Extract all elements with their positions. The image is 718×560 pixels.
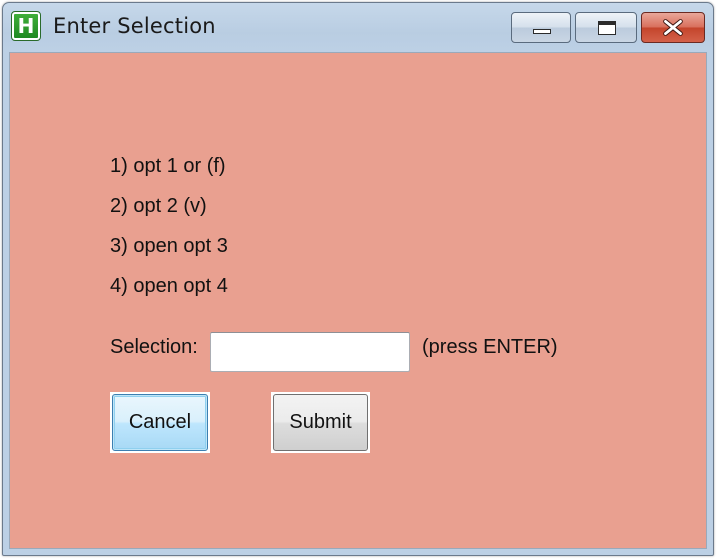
submit-button[interactable]: Submit: [273, 394, 368, 451]
maximize-icon: [598, 21, 616, 35]
minimize-button[interactable]: [511, 12, 571, 43]
selection-label: Selection:: [110, 336, 198, 358]
enter-hint: (press ENTER): [422, 336, 558, 358]
cancel-button[interactable]: Cancel: [112, 394, 208, 451]
maximize-button[interactable]: [575, 12, 637, 43]
app-icon[interactable]: H: [11, 11, 41, 41]
minimize-icon: [533, 29, 551, 34]
close-button[interactable]: [641, 12, 705, 43]
dialog-client-area: 1) opt 1 or (f) 2) opt 2 (v) 3) open opt…: [9, 52, 707, 549]
option-1-label: 1) opt 1 or (f): [110, 155, 226, 177]
option-2-label: 2) opt 2 (v): [110, 195, 207, 217]
option-4-label: 4) open opt 4: [110, 275, 228, 297]
title-bar[interactable]: H Enter Selection: [3, 3, 713, 53]
close-icon: [663, 19, 683, 36]
selection-input[interactable]: [210, 332, 410, 372]
dialog-window: H Enter Selection 1) opt 1 or (f) 2) opt…: [2, 2, 714, 556]
option-3-label: 3) open opt 3: [110, 235, 228, 257]
submit-button-frame: Submit: [271, 392, 370, 453]
window-title: Enter Selection: [53, 14, 216, 38]
cancel-button-frame: Cancel: [110, 392, 210, 453]
